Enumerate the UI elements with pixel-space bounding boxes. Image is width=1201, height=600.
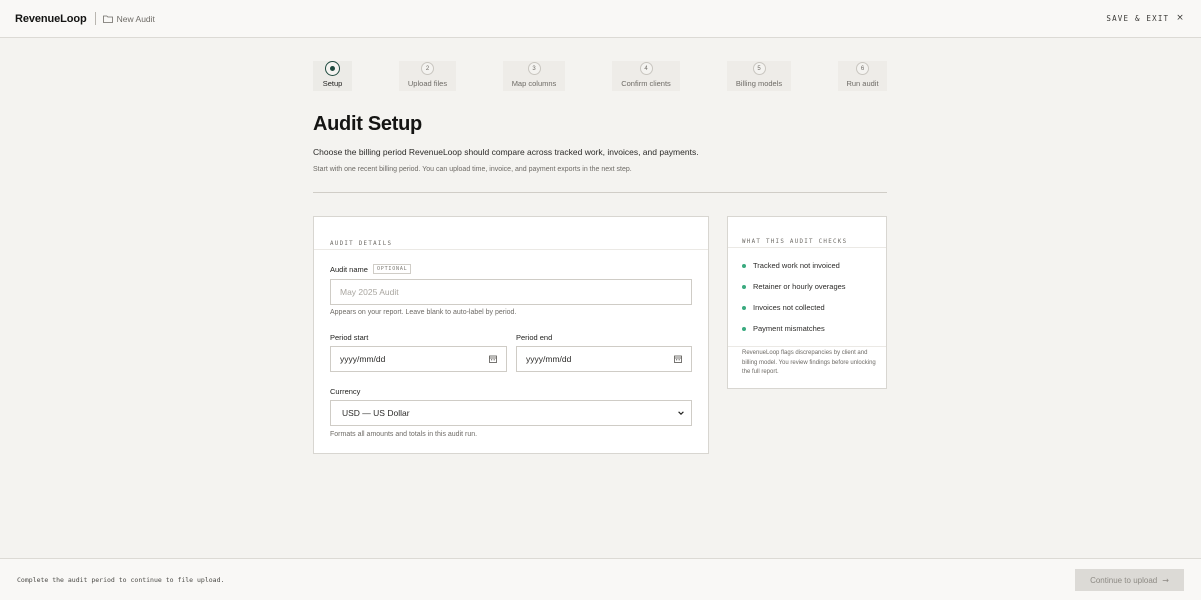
card-header: AUDIT DETAILS — [314, 217, 708, 250]
step-billing-models[interactable]: 5 Billing models — [727, 61, 791, 91]
audit-name-help: Appears on your report. Leave blank to a… — [330, 309, 517, 316]
bullet-dot — [742, 284, 746, 289]
audit-name-placeholder: May 2025 Audit — [340, 287, 399, 297]
check-item-label: Retainer or hourly overages — [753, 282, 846, 291]
page-hint: Start with one recent billing period. Yo… — [313, 166, 632, 173]
step-number: 5 — [752, 62, 766, 75]
continue-label: Continue to upload — [1090, 575, 1158, 585]
period-start-value: yyyy/mm/dd — [340, 354, 386, 364]
period-end-input[interactable]: yyyy/mm/dd — [516, 346, 692, 372]
audit-details-card: AUDIT DETAILS Audit name OPTIONAL May 20… — [313, 216, 709, 454]
checks-note: RevenueLoop flags discrepancies by clien… — [742, 350, 876, 375]
card-header: WHAT THIS AUDIT CHECKS — [728, 217, 886, 248]
step-upload-files[interactable]: 2 Upload files — [399, 61, 456, 91]
page-title: Audit Setup — [313, 113, 422, 135]
brand-logo[interactable]: RevenueLoop — [15, 13, 87, 25]
card-divider — [728, 346, 886, 347]
check-item: Payment mismatches — [742, 324, 825, 333]
step-label: Billing models — [735, 79, 783, 88]
page-subtitle: Choose the billing period RevenueLoop sh… — [313, 147, 699, 157]
check-item-label: Payment mismatches — [753, 324, 825, 333]
currency-select[interactable]: USD — US Dollar — [330, 400, 692, 426]
currency-label: Currency — [330, 387, 361, 396]
step-number: 2 — [421, 62, 434, 75]
step-map-columns[interactable]: 3 Map columns — [503, 61, 565, 91]
period-end-label: Period end — [516, 333, 553, 342]
step-number: 4 — [639, 62, 653, 75]
check-item-label: Tracked work not invoiced — [753, 261, 840, 270]
step-setup[interactable]: Setup — [313, 61, 352, 91]
step-label: Run audit — [846, 79, 879, 88]
currency-selected-value: USD — US Dollar — [342, 408, 410, 418]
audit-checks-card: WHAT THIS AUDIT CHECKS Tracked work not … — [727, 216, 887, 389]
check-item: Retainer or hourly overages — [742, 282, 846, 291]
period-end-value: yyyy/mm/dd — [526, 354, 572, 364]
step-label: Upload files — [407, 79, 448, 88]
bullet-dot — [742, 263, 746, 268]
step-number: 3 — [527, 62, 541, 75]
step-active-indicator — [325, 61, 340, 76]
section-label: WHAT THIS AUDIT CHECKS — [742, 239, 848, 245]
period-start-label: Period start — [330, 333, 369, 342]
step-label: Setup — [322, 79, 343, 88]
breadcrumb[interactable]: New Audit — [117, 14, 155, 24]
folder-icon — [102, 15, 113, 23]
header-divider — [94, 12, 96, 25]
chevron-down-icon — [678, 411, 684, 415]
step-number: 6 — [856, 62, 869, 75]
calendar-icon[interactable] — [489, 355, 497, 363]
section-label: AUDIT DETAILS — [330, 241, 393, 247]
audit-name-input[interactable]: May 2025 Audit — [330, 279, 692, 305]
bullet-dot — [742, 326, 746, 331]
step-label: Confirm clients — [621, 79, 671, 88]
arrow-right-icon: → — [1162, 575, 1169, 585]
step-confirm-clients[interactable]: 4 Confirm clients — [612, 61, 680, 91]
bullet-dot — [742, 305, 746, 310]
continue-button[interactable]: Continue to upload → — [1075, 569, 1184, 591]
section-divider — [313, 192, 887, 193]
optional-badge: OPTIONAL — [372, 264, 412, 274]
close-icon: × — [1176, 13, 1185, 23]
audit-name-label-text: Audit name — [330, 264, 368, 274]
step-run-audit[interactable]: 6 Run audit — [838, 61, 887, 91]
save-exit-button[interactable]: SAVE & EXIT × — [1106, 13, 1185, 23]
check-item-label: Invoices not collected — [753, 303, 825, 312]
check-item: Invoices not collected — [742, 303, 825, 312]
footer-bar: Complete the audit period to continue to… — [0, 558, 1201, 600]
save-exit-label: SAVE & EXIT — [1106, 13, 1170, 23]
audit-name-label: Audit name OPTIONAL — [330, 264, 412, 274]
top-bar: RevenueLoop New Audit SAVE & EXIT × — [0, 0, 1201, 38]
footer-message: Complete the audit period to continue to… — [17, 576, 225, 584]
currency-help: Formats all amounts and totals in this a… — [330, 431, 478, 438]
period-start-input[interactable]: yyyy/mm/dd — [330, 346, 507, 372]
check-item: Tracked work not invoiced — [742, 261, 840, 270]
calendar-icon[interactable] — [674, 355, 682, 363]
step-label: Map columns — [511, 79, 557, 88]
